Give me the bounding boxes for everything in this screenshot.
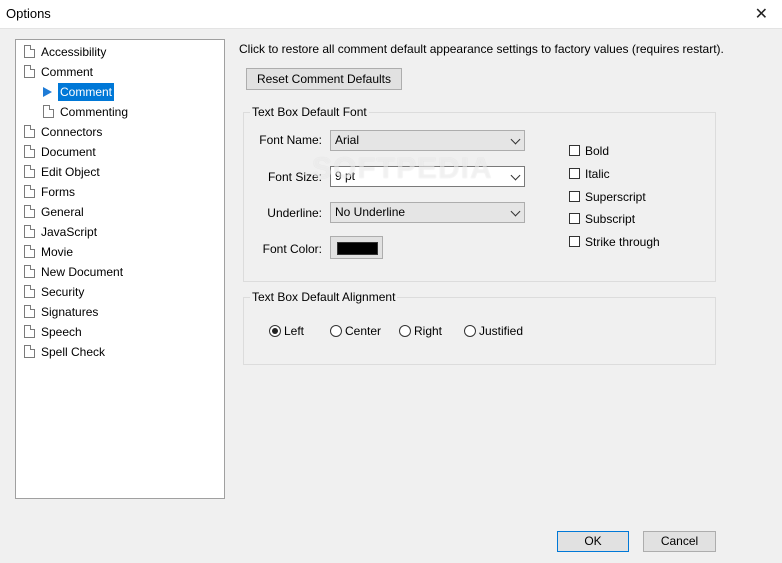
- underline-value: No Underline: [335, 205, 406, 219]
- checkbox-box[interactable]: [569, 236, 580, 247]
- page-icon: [24, 125, 35, 138]
- page-icon: [24, 325, 35, 338]
- radio-circle[interactable]: [330, 325, 342, 337]
- underline-label: Underline:: [267, 206, 322, 220]
- window-title: Options: [6, 6, 51, 21]
- radio-circle[interactable]: [269, 325, 281, 337]
- page-icon: [24, 305, 35, 318]
- title-bar: Options ✕: [0, 0, 782, 29]
- page-icon: [43, 105, 54, 118]
- alignment-group-label: Text Box Default Alignment: [250, 290, 398, 304]
- font-group-label: Text Box Default Font: [250, 105, 369, 119]
- font-name-value: Arial: [335, 133, 360, 147]
- font-name-select[interactable]: Arial: [330, 130, 525, 151]
- page-icon: [24, 245, 35, 258]
- cancel-button[interactable]: Cancel: [643, 531, 716, 552]
- checkbox-box[interactable]: [569, 168, 580, 179]
- close-icon[interactable]: ✕: [755, 4, 768, 24]
- font-size-label: Font Size:: [267, 170, 322, 184]
- page-icon: [24, 65, 35, 78]
- font-color-label: Font Color:: [262, 242, 322, 256]
- page-icon: [24, 205, 35, 218]
- font-name-label: Font Name:: [259, 133, 322, 147]
- watermark: SOFTPEDIA: [312, 152, 493, 185]
- page-icon: [24, 165, 35, 178]
- page-icon: [24, 265, 35, 278]
- radio-circle[interactable]: [399, 325, 411, 337]
- page-icon: [24, 145, 35, 158]
- reset-comment-defaults-button[interactable]: Reset Comment Defaults: [246, 68, 402, 90]
- page-icon: [24, 225, 35, 238]
- ok-button[interactable]: OK: [557, 531, 629, 552]
- chevron-down-icon: [510, 170, 521, 181]
- chevron-down-icon: [510, 206, 521, 217]
- font-color-button[interactable]: [330, 236, 383, 259]
- underline-select[interactable]: No Underline: [330, 202, 525, 223]
- category-tree[interactable]: Accessibility Comment Comment Commenting…: [15, 39, 225, 499]
- chevron-down-icon: [510, 134, 521, 145]
- page-icon: [24, 285, 35, 298]
- page-icon: [24, 45, 35, 58]
- play-arrow-icon: [43, 87, 52, 97]
- radio-circle[interactable]: [464, 325, 476, 337]
- font-color-swatch: [337, 242, 378, 255]
- checkbox-box[interactable]: [569, 145, 580, 156]
- checkbox-box[interactable]: [569, 213, 580, 224]
- checkbox-box[interactable]: [569, 191, 580, 202]
- page-icon: [24, 185, 35, 198]
- restore-info-text: Click to restore all comment default app…: [239, 42, 724, 56]
- page-icon: [24, 345, 35, 358]
